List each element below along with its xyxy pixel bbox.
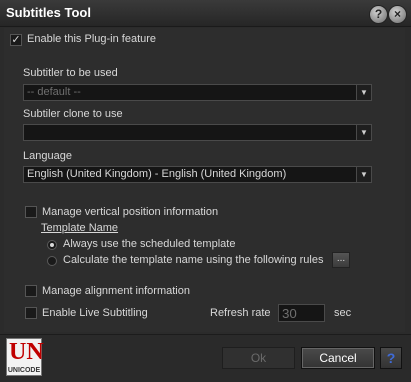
refresh-rate-label: Refresh rate	[210, 307, 271, 319]
template-name-heading: Template Name	[41, 222, 119, 234]
chevron-down-icon: ▼	[356, 167, 371, 182]
help-icon[interactable]: ?	[369, 5, 388, 24]
refresh-rate-input[interactable]	[278, 304, 325, 322]
cancel-button[interactable]: Cancel	[301, 347, 375, 369]
radio-always-template-label: Always use the scheduled template	[63, 238, 236, 250]
language-value: English (United Kingdom) - English (Unit…	[27, 168, 287, 180]
live-subtitling-label: Enable Live Subtitling	[42, 307, 148, 319]
enable-plugin-label: Enable this Plug-in feature	[27, 33, 157, 45]
radio-calculate-template[interactable]	[47, 256, 57, 266]
logo-text: UNICODE	[7, 367, 41, 374]
clone-label: Subtiler clone to use	[23, 108, 123, 120]
refresh-rate-unit: sec	[334, 307, 352, 319]
close-icon[interactable]: ×	[388, 5, 407, 24]
ok-button[interactable]: Ok	[222, 347, 295, 369]
live-subtitling-checkbox[interactable]	[25, 307, 37, 319]
window-title: Subtitles Tool	[6, 5, 91, 20]
title-bar: Subtitles Tool ? ×	[0, 0, 411, 27]
vertical-position-label: Manage vertical position information	[42, 206, 219, 218]
logo-mark: UN	[9, 339, 44, 365]
rules-button[interactable]: ...	[332, 252, 350, 268]
language-select[interactable]: English (United Kingdom) - English (Unit…	[23, 166, 372, 183]
chevron-down-icon: ▼	[356, 85, 371, 100]
radio-always-template[interactable]	[47, 240, 57, 250]
subtitler-label: Subtitler to be used	[23, 67, 118, 79]
language-label: Language	[23, 150, 72, 162]
subtitler-select[interactable]: -- default -- ▼	[23, 84, 372, 101]
enable-plugin-checkbox[interactable]: ✓	[10, 34, 22, 46]
alignment-checkbox[interactable]	[25, 285, 37, 297]
unicode-logo: UN UNICODE	[6, 338, 44, 376]
settings-panel: ✓ Enable this Plug-in feature Subtitler …	[4, 28, 405, 332]
subtitler-value: -- default --	[27, 86, 81, 98]
help-glyph: ?	[386, 350, 396, 366]
chevron-down-icon: ▼	[356, 125, 371, 140]
radio-calculate-template-label: Calculate the template name using the fo…	[63, 254, 324, 266]
alignment-label: Manage alignment information	[42, 285, 190, 297]
vertical-position-checkbox[interactable]	[25, 206, 37, 218]
context-help-icon[interactable]: ?	[380, 347, 402, 369]
clone-select[interactable]: ▼	[23, 124, 372, 141]
